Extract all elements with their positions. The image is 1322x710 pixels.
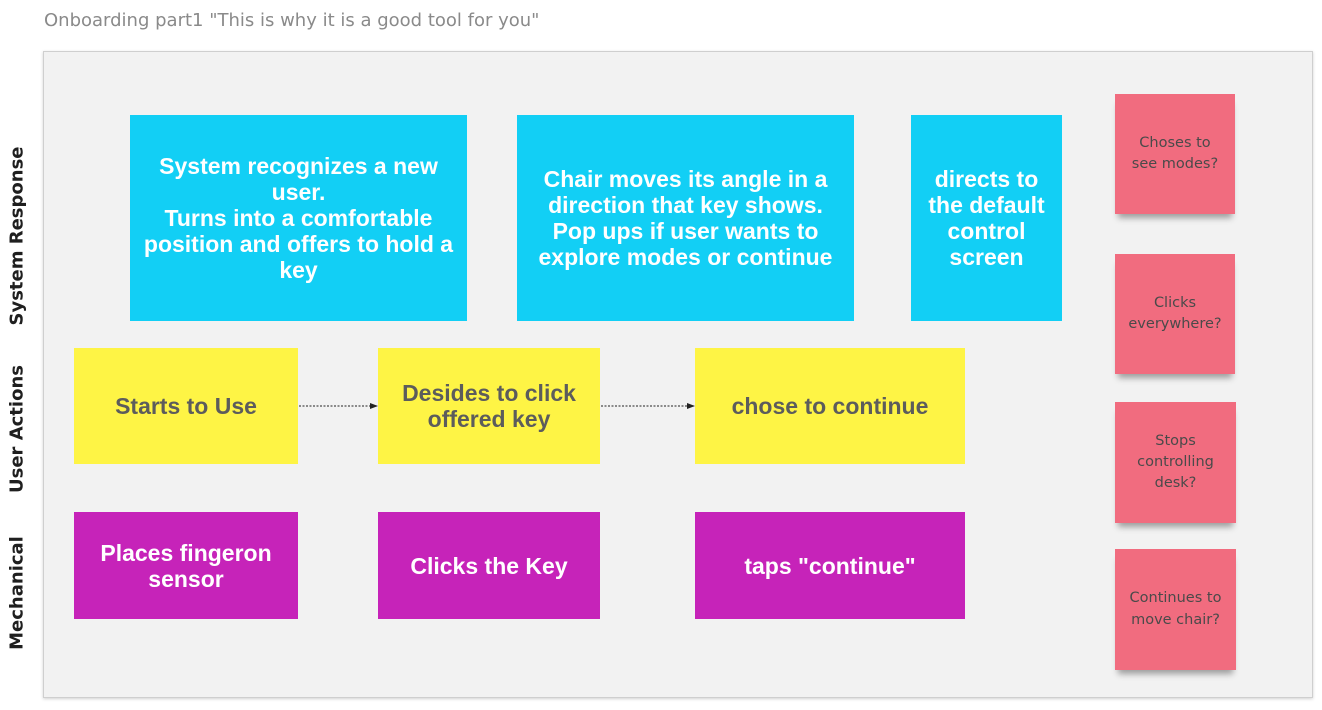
sticky-question-3[interactable]: Stops controlling desk? (1115, 402, 1236, 523)
sticky-question-2[interactable]: Clicks everywhere? (1115, 254, 1235, 374)
sticky-mechanical-3[interactable]: taps "continue" (695, 512, 965, 619)
sticky-user-action-2[interactable]: Desides to click offered key (378, 348, 600, 464)
row-label-mechanical: Mechanical (6, 536, 28, 650)
sticky-system-response-3[interactable]: directs to the default control screen (911, 115, 1062, 321)
sticky-system-response-1[interactable]: System recognizes a new user. Turns into… (130, 115, 467, 321)
row-label-system-response: System Response (6, 146, 28, 326)
sticky-system-response-2[interactable]: Chair moves its angle in a direction tha… (517, 115, 854, 321)
frame-title[interactable]: Onboarding part1 "This is why it is a go… (44, 10, 539, 31)
sticky-user-action-1[interactable]: Starts to Use (74, 348, 298, 464)
sticky-mechanical-1[interactable]: Places fingeron sensor (74, 512, 298, 619)
sticky-question-1[interactable]: Choses to see modes? (1115, 94, 1235, 214)
sticky-user-action-3[interactable]: chose to continue (695, 348, 965, 464)
sticky-question-4[interactable]: Continues to move chair? (1115, 549, 1236, 670)
whiteboard-canvas: Onboarding part1 "This is why it is a go… (0, 0, 1322, 710)
row-label-user-actions: User Actions (6, 365, 28, 493)
sticky-mechanical-2[interactable]: Clicks the Key (378, 512, 600, 619)
